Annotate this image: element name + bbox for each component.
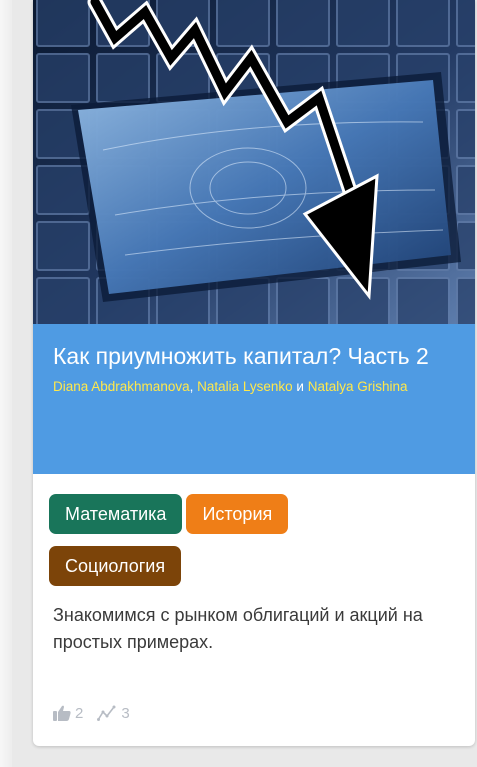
tags-list: Математика История Социология <box>49 494 459 598</box>
card-header: Как приумножить капитал? Часть 2 Diana A… <box>33 324 475 474</box>
authors-separator: , <box>189 379 198 394</box>
cover-image[interactable] <box>33 0 475 324</box>
card-stats: 2 3 <box>53 704 144 722</box>
authors-line: Diana Abdrakhmanova, Natalia Lysenko и N… <box>53 378 455 396</box>
trend-icon <box>97 705 116 721</box>
tag-history[interactable]: История <box>186 494 289 534</box>
views-count: 3 <box>121 704 130 722</box>
views-stat[interactable]: 3 <box>97 704 130 722</box>
author-link[interactable]: Diana Abdrakhmanova <box>53 379 190 394</box>
course-card[interactable]: Как приумножить капитал? Часть 2 Diana A… <box>33 0 475 746</box>
card-description: Знакомимся с рынком облигаций и акций на… <box>53 605 423 652</box>
author-link[interactable]: Natalia Lysenko <box>197 379 293 394</box>
authors-conjunction: и <box>292 379 308 394</box>
author-link[interactable]: Natalya Grishina <box>308 379 408 394</box>
likes-count: 2 <box>75 704 84 722</box>
thumbs-up-icon <box>53 705 71 721</box>
page-left-strip <box>0 0 12 767</box>
tag-sociology[interactable]: Социология <box>49 546 182 586</box>
likes-stat[interactable]: 2 <box>53 705 83 722</box>
tag-math[interactable]: Математика <box>49 494 183 534</box>
card-title[interactable]: Как приумножить капитал? Часть 2 <box>53 342 455 370</box>
